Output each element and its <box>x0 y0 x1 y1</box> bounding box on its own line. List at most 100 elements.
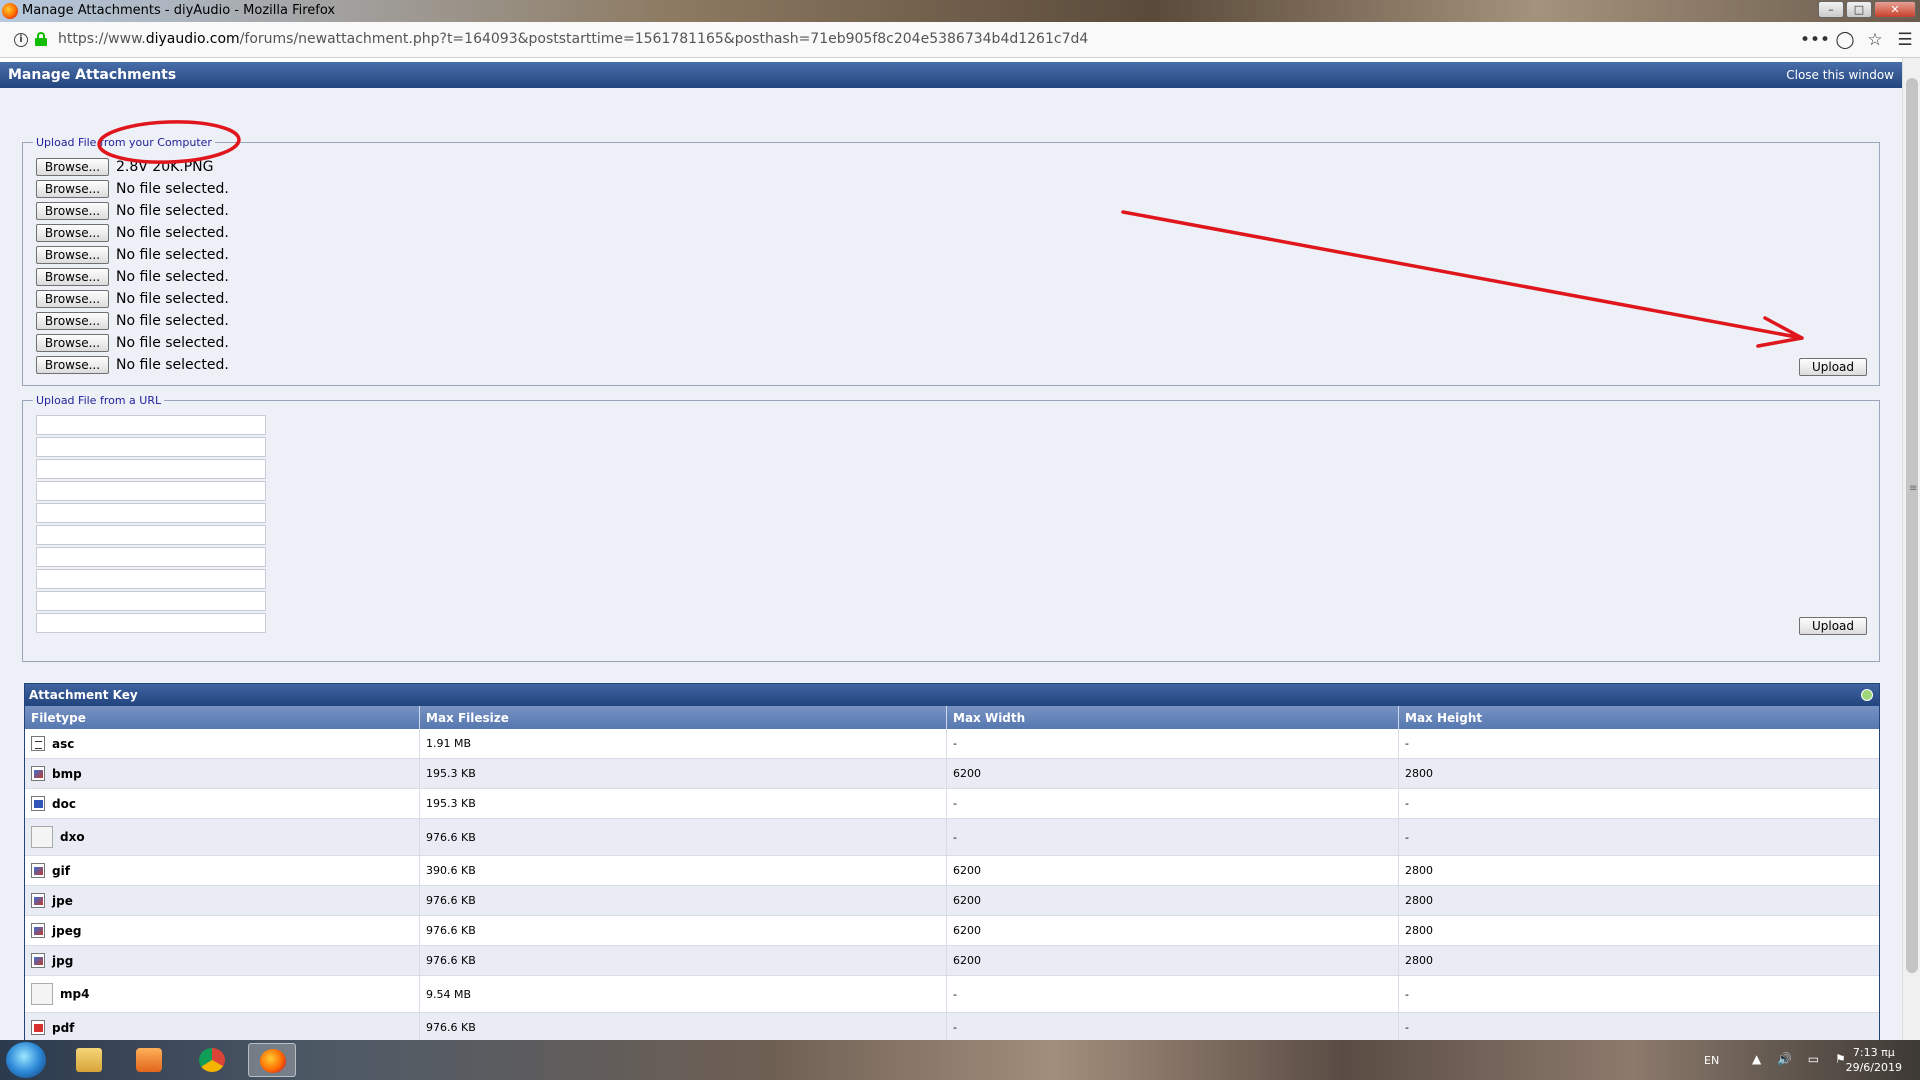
url-input[interactable] <box>36 481 266 501</box>
file-input-row[interactable]: Browse... No file selected. <box>36 311 229 330</box>
close-window-button[interactable]: ✕ <box>1874 1 1916 18</box>
browse-button[interactable]: Browse... <box>36 157 109 176</box>
max-width-cell: - <box>947 1013 1399 1040</box>
filetype-cell: dxo <box>25 819 420 855</box>
selected-file-name: No file selected. <box>116 334 229 351</box>
url-input[interactable] <box>36 547 266 567</box>
max-filesize-cell: 9.54 MB <box>420 976 947 1012</box>
address-bar[interactable]: https://www.diyaudio.com/forums/newattac… <box>58 31 1088 47</box>
windows-taskbar: EN ▲ 🔊 ▭ ⚑ 7:13 πμ 29/6/2019 <box>0 1040 1920 1080</box>
tray-icons[interactable]: ▲ 🔊 ▭ ⚑ <box>1752 1052 1852 1066</box>
browse-button[interactable]: Browse... <box>36 179 109 198</box>
selected-file-name: No file selected. <box>116 268 229 285</box>
file-input-row[interactable]: Browse... No file selected. <box>36 333 229 352</box>
file-input-row[interactable]: Browse... No file selected. <box>36 223 229 242</box>
generic-file-icon <box>31 983 53 1005</box>
filetype-label: jpe <box>52 893 73 908</box>
page-scrollbar[interactable]: ≡ <box>1902 58 1920 1040</box>
generic-file-icon <box>31 826 53 848</box>
file-input-row[interactable]: Browse... No file selected. <box>36 245 229 264</box>
column-header-max-height: Max Height <box>1405 711 1483 725</box>
max-filesize-cell: 976.6 KB <box>420 819 947 855</box>
max-height-cell: - <box>1405 1021 1409 1034</box>
max-width-cell: 6200 <box>947 759 1399 788</box>
file-input-row[interactable]: Browse... No file selected. <box>36 289 229 308</box>
page-title: Manage Attachments <box>8 67 177 83</box>
max-width-cell: 6200 <box>947 856 1399 885</box>
start-button[interactable] <box>6 1042 46 1078</box>
scrollbar-thumb[interactable] <box>1906 78 1918 973</box>
page-header: Manage Attachments Close this window <box>0 62 1902 88</box>
upload-url-fieldset: Upload File from a URL Upload <box>22 394 1880 662</box>
site-info-icon[interactable]: i <box>14 33 28 47</box>
taskbar-explorer[interactable] <box>65 1043 113 1077</box>
bookmark-star-icon[interactable]: ☆ <box>1860 28 1890 52</box>
filetype-label: jpg <box>52 953 74 968</box>
browse-button[interactable]: Browse... <box>36 223 109 242</box>
filetype-label: pdf <box>52 1020 75 1035</box>
browse-button[interactable]: Browse... <box>36 245 109 264</box>
menu-icon[interactable]: ☰ <box>1890 28 1920 52</box>
filetype-cell: asc <box>25 729 420 758</box>
collapse-icon[interactable] <box>1861 689 1873 701</box>
url-input[interactable] <box>36 525 266 545</box>
taskbar-firefox[interactable] <box>248 1043 296 1077</box>
url-input[interactable] <box>36 569 266 589</box>
browse-button[interactable]: Browse... <box>36 311 109 330</box>
image-file-icon <box>31 766 45 781</box>
url-input[interactable] <box>36 591 266 611</box>
minimize-button[interactable]: – <box>1818 1 1844 18</box>
url-input[interactable] <box>36 459 266 479</box>
window-controls: – □ ✕ <box>1818 1 1916 18</box>
maximize-button[interactable]: □ <box>1846 1 1872 18</box>
file-input-row[interactable]: Browse... 2.8V 20K.PNG <box>36 157 214 176</box>
language-indicator[interactable]: EN <box>1704 1054 1719 1067</box>
window-title: Manage Attachments - diyAudio - Mozilla … <box>22 3 336 18</box>
selected-file-name: No file selected. <box>116 246 229 263</box>
taskbar-chrome[interactable] <box>188 1043 236 1077</box>
url-input[interactable] <box>36 503 266 523</box>
lock-icon[interactable] <box>35 32 47 46</box>
table-row: jpeg 976.6 KB 6200 2800 <box>25 916 1879 946</box>
firefox-icon <box>2 3 18 19</box>
pocket-icon[interactable]: ◯ <box>1830 28 1860 52</box>
table-row: bmp 195.3 KB 6200 2800 <box>25 759 1879 789</box>
image-file-icon <box>31 893 45 908</box>
selected-file-name: No file selected. <box>116 290 229 307</box>
filetype-label: bmp <box>52 766 82 781</box>
document-file-icon <box>31 796 45 811</box>
browse-button[interactable]: Browse... <box>36 267 109 286</box>
url-input[interactable] <box>36 613 266 633</box>
selected-file-name: No file selected. <box>116 356 229 373</box>
browse-button[interactable]: Browse... <box>36 333 109 352</box>
file-input-row[interactable]: Browse... No file selected. <box>36 179 229 198</box>
clock[interactable]: 7:13 πμ 29/6/2019 <box>1846 1045 1902 1075</box>
close-window-link[interactable]: Close this window <box>1786 68 1894 82</box>
window-titlebar: Manage Attachments - diyAudio - Mozilla … <box>0 0 1920 22</box>
url-domain: diyaudio.com <box>145 31 240 47</box>
file-input-row[interactable]: Browse... No file selected. <box>36 355 229 374</box>
table-row: pdf 976.6 KB - - <box>25 1013 1879 1040</box>
max-width-cell: 6200 <box>947 916 1399 945</box>
browse-button[interactable]: Browse... <box>36 355 109 374</box>
max-width-cell: 6200 <box>947 946 1399 975</box>
taskbar-media-player[interactable] <box>125 1043 173 1077</box>
browser-toolbar-icons: ••• ◯ ☆ ☰ <box>1800 28 1920 52</box>
table-row: jpg 976.6 KB 6200 2800 <box>25 946 1879 976</box>
max-filesize-cell: 976.6 KB <box>420 946 947 975</box>
file-input-row[interactable]: Browse... No file selected. <box>36 267 229 286</box>
url-input[interactable] <box>36 415 266 435</box>
firefox-icon <box>260 1049 286 1073</box>
browse-button[interactable]: Browse... <box>36 201 109 220</box>
attachment-key-header: Attachment Key <box>25 684 1879 706</box>
filetype-label: dxo <box>60 830 85 844</box>
upload-url-button[interactable]: Upload <box>1799 617 1867 635</box>
file-input-row[interactable]: Browse... No file selected. <box>36 201 229 220</box>
browse-button[interactable]: Browse... <box>36 289 109 308</box>
more-actions-icon[interactable]: ••• <box>1800 28 1830 52</box>
upload-computer-button[interactable]: Upload <box>1799 358 1867 376</box>
url-input[interactable] <box>36 437 266 457</box>
max-height-cell: 2800 <box>1405 894 1433 907</box>
max-filesize-cell: 976.6 KB <box>420 1013 947 1040</box>
filetype-label: gif <box>52 863 70 878</box>
